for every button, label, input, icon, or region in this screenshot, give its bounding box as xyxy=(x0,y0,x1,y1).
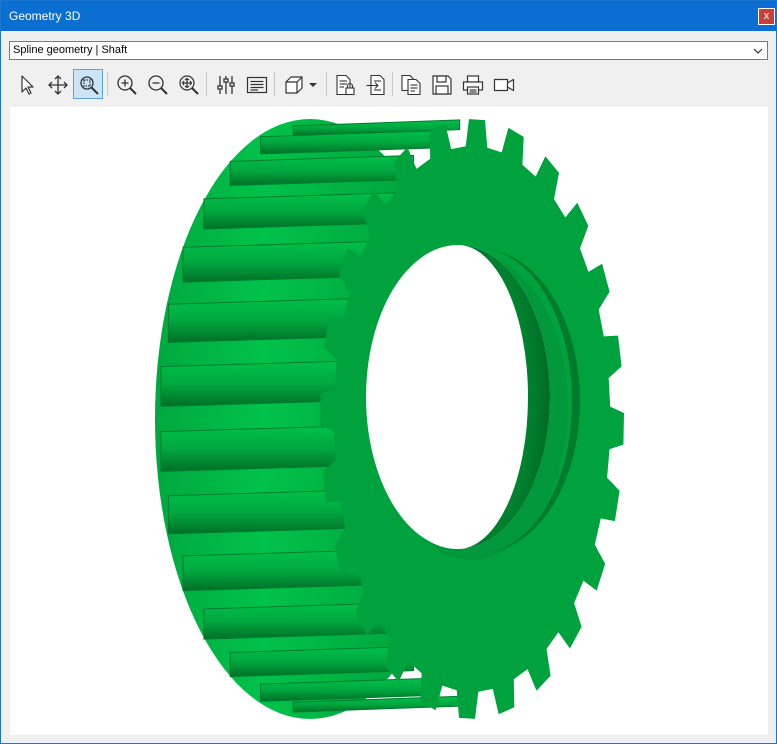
print-icon xyxy=(462,75,484,95)
toolbar-separator xyxy=(107,72,108,96)
zoom-out-icon xyxy=(148,75,168,95)
pointer-icon xyxy=(21,75,34,95)
pan-tool-button[interactable] xyxy=(42,69,72,99)
toolbar xyxy=(9,67,769,101)
spline-shaft-model[interactable] xyxy=(10,107,768,735)
zoom-in-button[interactable] xyxy=(111,69,141,99)
close-button[interactable]: x xyxy=(758,8,775,25)
dropdown-arrow-icon xyxy=(309,83,317,87)
toolbar-separator xyxy=(206,72,207,96)
select-tool-button[interactable] xyxy=(11,69,41,99)
video-camera-icon xyxy=(493,78,515,92)
zoom-window-icon xyxy=(80,76,99,95)
settings-button[interactable] xyxy=(210,69,240,99)
3d-viewport[interactable] xyxy=(10,107,768,735)
toolbar-separator xyxy=(326,72,327,96)
geometry-3d-window: Geometry 3D x Spline geometry | Shaft xyxy=(0,0,777,744)
copy-button[interactable] xyxy=(395,69,425,99)
save-icon xyxy=(432,75,452,95)
zoom-in-icon xyxy=(117,75,137,95)
geometry-selector-dropdown[interactable]: Spline geometry | Shaft xyxy=(9,41,768,60)
zoom-window-button[interactable] xyxy=(73,69,103,99)
toolbar-separator xyxy=(274,72,275,96)
chevron-down-icon xyxy=(753,48,763,54)
report-button[interactable] xyxy=(329,69,359,99)
report-lock-icon xyxy=(336,74,355,96)
save-button[interactable] xyxy=(426,69,456,99)
text-lines-icon xyxy=(246,76,268,94)
view-orientation-dropdown[interactable] xyxy=(278,69,322,99)
window-title: Geometry 3D xyxy=(9,9,81,23)
zoom-extents-icon xyxy=(179,75,199,95)
record-video-button[interactable] xyxy=(488,69,518,99)
text-view-button[interactable] xyxy=(241,69,271,99)
geometry-selector-value: Spline geometry | Shaft xyxy=(13,44,128,56)
print-button[interactable] xyxy=(457,69,487,99)
toolbar-separator xyxy=(392,72,393,96)
report-export-button[interactable] xyxy=(360,69,390,99)
title-bar[interactable]: Geometry 3D x xyxy=(1,1,776,31)
zoom-out-button[interactable] xyxy=(142,69,172,99)
view-cube-icon xyxy=(285,76,303,94)
copy-icon xyxy=(401,74,421,96)
close-icon: x xyxy=(763,10,770,22)
settings-sliders-icon xyxy=(217,76,235,94)
report-export-icon xyxy=(366,74,385,96)
pan-icon xyxy=(48,75,68,95)
zoom-extents-button[interactable] xyxy=(173,69,203,99)
